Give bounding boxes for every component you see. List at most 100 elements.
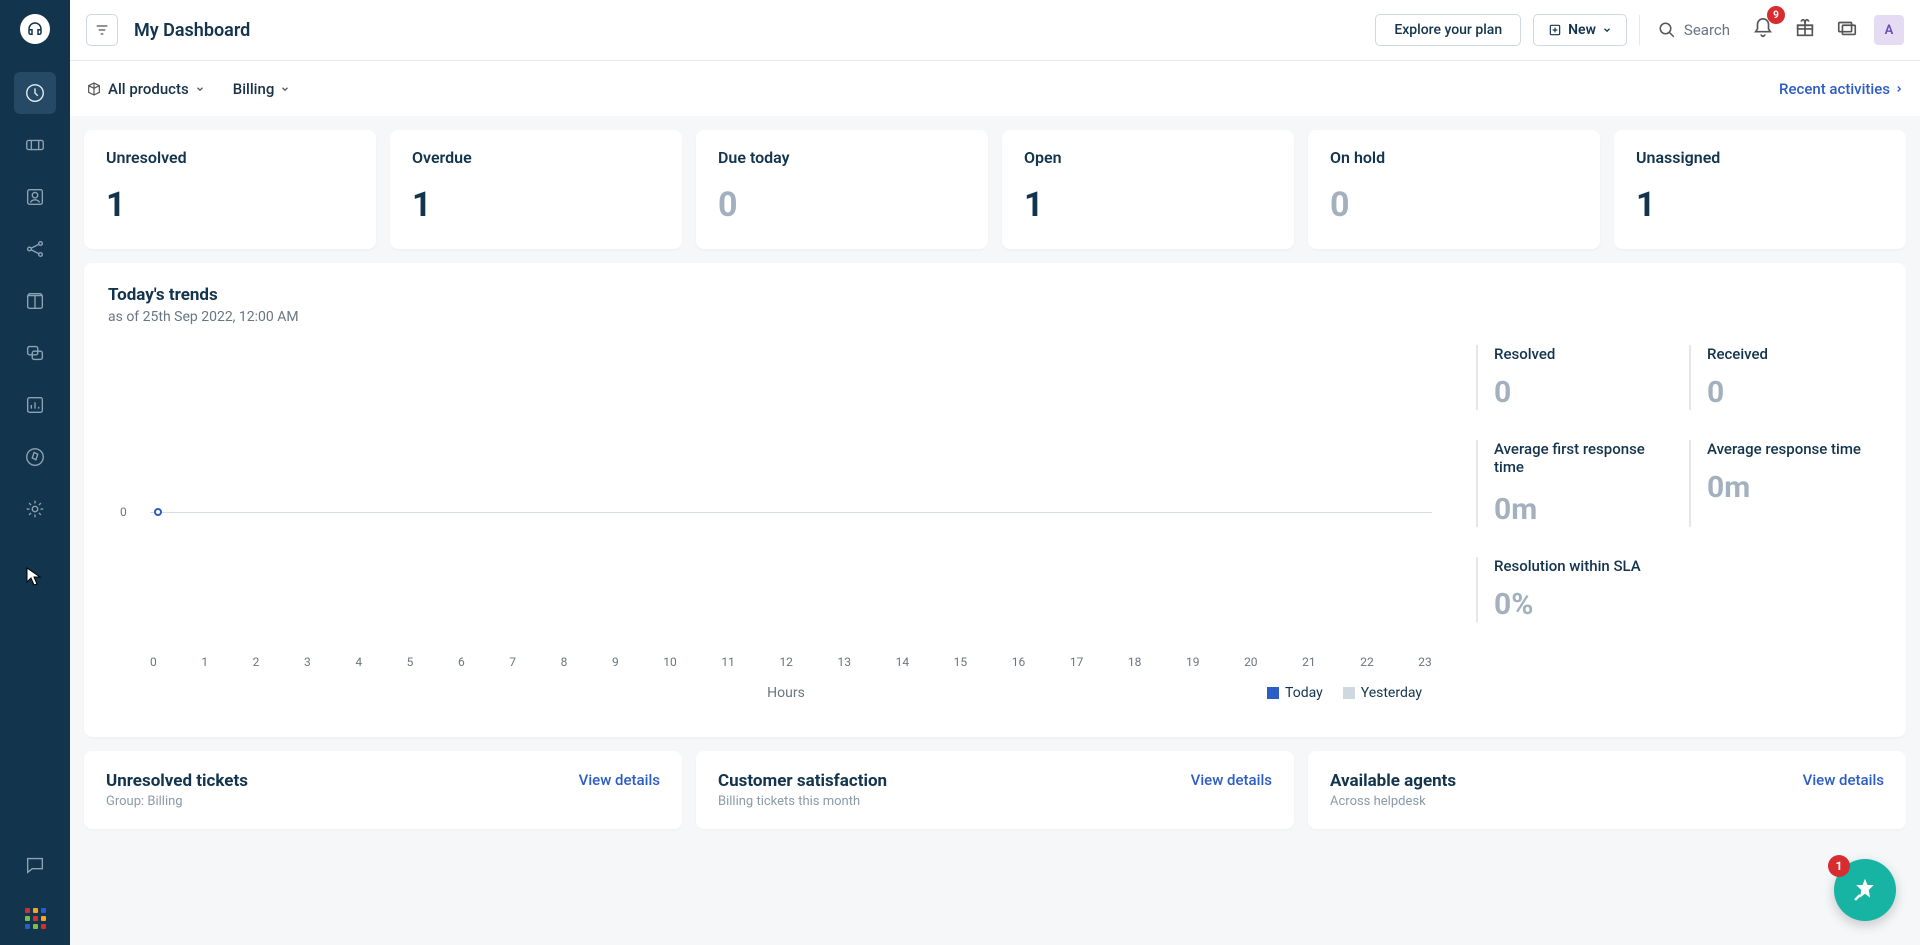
chevron-right-icon <box>1894 84 1904 94</box>
trends-title: Today's trends <box>108 285 1452 305</box>
x-tick: 8 <box>561 655 568 669</box>
x-tick: 9 <box>612 655 619 669</box>
sidebar-item-forums[interactable] <box>14 332 56 374</box>
trends-card: Today's trends as of 25th Sep 2022, 12:0… <box>84 263 1906 737</box>
x-tick: 6 <box>458 655 465 669</box>
x-tick: 12 <box>779 655 793 669</box>
cube-icon <box>86 81 102 97</box>
legend-yesterday: Yesterday <box>1343 685 1422 701</box>
chart-baseline <box>150 512 1432 513</box>
metric: Resolved 0 <box>1476 345 1669 410</box>
card-subtitle: Across helpdesk <box>1330 794 1456 809</box>
metric-value: 0 <box>1494 375 1669 410</box>
stat-value: 1 <box>412 185 660 225</box>
notifications-button[interactable]: 9 <box>1748 13 1778 47</box>
stat-row: Unresolved1Overdue1Due today0Open1On hol… <box>84 130 1906 249</box>
notif-badge: 9 <box>1767 6 1785 24</box>
page-title: My Dashboard <box>134 20 250 41</box>
chat-fab-button[interactable]: 1 <box>1834 859 1896 921</box>
view-details-link[interactable]: View details <box>1191 771 1272 789</box>
sidebar-item-admin[interactable] <box>14 488 56 530</box>
legend-today: Today <box>1267 685 1323 701</box>
stack-icon <box>1836 17 1858 39</box>
app-logo[interactable] <box>20 14 50 44</box>
chevron-down-icon <box>1602 25 1612 35</box>
stat-card[interactable]: Due today 0 <box>696 130 988 249</box>
stat-value: 1 <box>106 185 354 225</box>
x-tick: 4 <box>355 655 362 669</box>
stat-card[interactable]: On hold0 <box>1308 130 1600 249</box>
x-tick: 16 <box>1012 655 1026 669</box>
x-tick: 20 <box>1244 655 1258 669</box>
x-tick: 5 <box>407 655 414 669</box>
gift-button[interactable] <box>1790 13 1820 47</box>
stat-label: Unresolved <box>106 148 354 167</box>
card-title: Unresolved tickets <box>106 771 248 791</box>
apps-switcher-icon[interactable] <box>25 908 46 929</box>
metric-label: Average first response time <box>1494 440 1669 484</box>
trends-chart: 0 01234567891011121314151617181920212223… <box>120 365 1452 715</box>
sidebar-item-analytics[interactable] <box>14 384 56 426</box>
metric: Received0 <box>1689 345 1882 410</box>
card-title: Customer satisfaction <box>718 771 887 791</box>
card-subtitle: Group: Billing <box>106 794 248 809</box>
recent-activities-link[interactable]: Recent activities <box>1779 80 1904 98</box>
avatar[interactable]: A <box>1874 15 1904 45</box>
y-tick: 0 <box>120 505 127 519</box>
headset-icon <box>26 20 44 38</box>
filter-icon <box>94 22 110 38</box>
x-tick: 2 <box>253 655 260 669</box>
search-input[interactable]: Search <box>1639 15 1736 45</box>
x-tick: 23 <box>1418 655 1432 669</box>
switcher-button[interactable] <box>1832 13 1862 47</box>
new-button[interactable]: New <box>1533 14 1627 46</box>
content: Unresolved1Overdue1Due today0Open1On hol… <box>70 116 1920 843</box>
chart-point <box>154 508 162 516</box>
view-details-link[interactable]: View details <box>1803 771 1884 789</box>
explore-plan-button[interactable]: Explore your plan <box>1375 14 1521 46</box>
stat-value: 0 <box>718 185 966 225</box>
chevron-down-icon <box>280 84 290 94</box>
stat-value: 1 <box>1024 185 1272 225</box>
card-subtitle: Billing tickets this month <box>718 794 887 809</box>
stat-label: Open <box>1024 148 1272 167</box>
stat-label: Unassigned <box>1636 148 1884 167</box>
metric: Resolution within SLA0% <box>1476 557 1669 622</box>
billing-dropdown[interactable]: Billing <box>233 80 291 98</box>
metric-value: 0m <box>1707 470 1882 505</box>
sidebar-item-solutions[interactable] <box>14 280 56 322</box>
trends-metrics: Resolved 0 Received0 Average first response… <box>1452 285 1882 715</box>
sidebar-item-explore[interactable] <box>14 436 56 478</box>
sidebar-item-tickets[interactable] <box>14 124 56 166</box>
subheader: All products Billing Recent activities <box>70 61 1920 116</box>
stat-card[interactable]: Open 1 <box>1002 130 1294 249</box>
metric: Average first response time 0m <box>1476 440 1669 527</box>
chevron-down-icon <box>195 84 205 94</box>
view-details-link[interactable]: View details <box>579 771 660 789</box>
metric-label: Resolved <box>1494 345 1669 367</box>
card-title: Available agents <box>1330 771 1456 791</box>
x-tick: 21 <box>1302 655 1316 669</box>
plus-box-icon <box>1548 23 1562 37</box>
products-dropdown[interactable]: All products <box>86 80 205 98</box>
sidebar-item-dashboard[interactable] <box>14 72 56 114</box>
sidebar-item-contacts[interactable] <box>14 176 56 218</box>
x-tick: 11 <box>721 655 735 669</box>
sidebar-item-chat[interactable] <box>14 844 56 886</box>
metric-label: Resolution within SLA <box>1494 557 1669 579</box>
gift-icon <box>1794 17 1816 39</box>
x-tick: 14 <box>896 655 910 669</box>
stat-card[interactable]: Unresolved 1 <box>84 130 376 249</box>
stat-label: Due today <box>718 148 966 167</box>
filter-button[interactable] <box>86 14 118 46</box>
x-tick: 19 <box>1186 655 1200 669</box>
x-tick: 3 <box>304 655 311 669</box>
metric: Average response time0m <box>1689 440 1882 527</box>
stat-card[interactable]: Unassigned 1 <box>1614 130 1906 249</box>
metric-label: Received <box>1707 345 1882 367</box>
metric-value: 0m <box>1494 492 1669 527</box>
x-tick: 17 <box>1070 655 1084 669</box>
stat-value: 1 <box>1636 185 1884 225</box>
stat-card[interactable]: Overdue1 <box>390 130 682 249</box>
sidebar-item-social[interactable] <box>14 228 56 270</box>
